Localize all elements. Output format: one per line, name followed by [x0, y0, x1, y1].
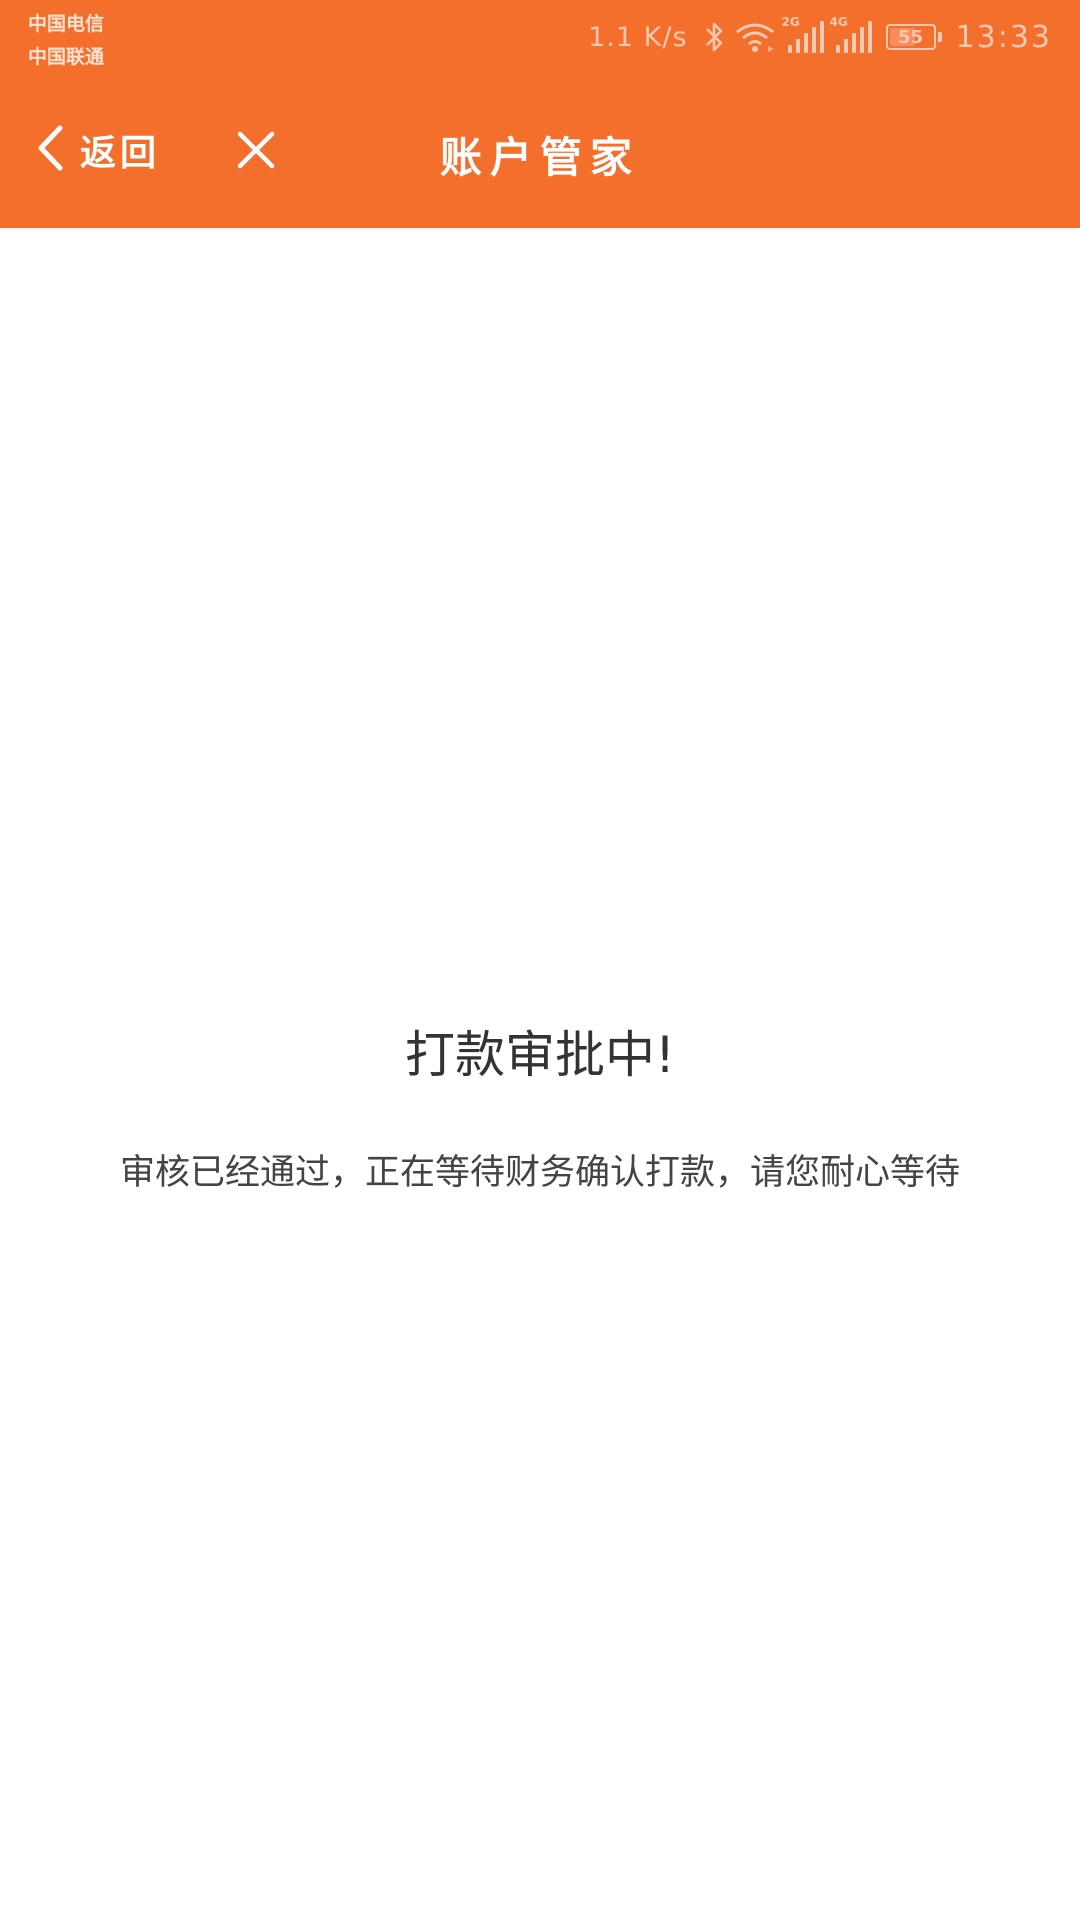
battery-icon: 55 — [885, 24, 936, 50]
status-description: 审核已经通过，正在等待财务确认打款，请您耐心等待 — [120, 1153, 961, 1193]
signal-icon-sim1: 2G — [782, 15, 824, 55]
battery-level: 55 — [898, 26, 924, 48]
sim1-network-type: 2G — [781, 15, 800, 29]
app-header: 中国电信 中国联通 1.1 K/s 2G 4G 55 13:33 返回 账户管家 — [0, 0, 1080, 228]
battery-tip — [937, 32, 942, 42]
carrier-info: 中国电信 中国联通 — [28, 8, 104, 74]
carrier-2: 中国联通 — [28, 46, 105, 68]
status-title: 打款审批中! — [404, 1026, 676, 1084]
wifi-icon — [734, 20, 776, 54]
bluetooth-icon — [704, 20, 726, 54]
status-bar-right: 1.1 K/s 2G 4G 55 13:33 — [588, 14, 1052, 60]
signal-icon-sim2: 4G — [830, 15, 872, 55]
clock: 13:33 — [955, 19, 1052, 55]
carrier-1: 中国电信 — [28, 13, 105, 35]
page-title: 账户管家 — [439, 133, 640, 182]
sim2-network-type: 4G — [829, 15, 848, 29]
network-speed: 1.1 K/s — [588, 21, 688, 53]
